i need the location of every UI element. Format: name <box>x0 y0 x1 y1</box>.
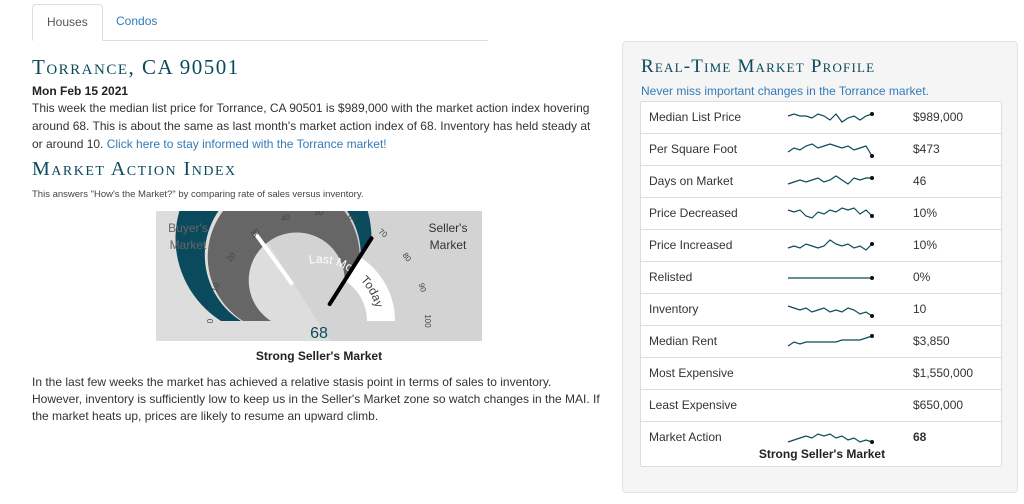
property-type-tabs: Houses Condos <box>32 4 488 41</box>
gauge-tick-label: 100 <box>423 314 432 328</box>
sparkline-line <box>787 143 873 157</box>
sparkline-chart <box>788 276 874 280</box>
profile-row-value: $3,850 <box>913 334 950 348</box>
profile-row-caption: Strong Seller's Market <box>758 447 886 461</box>
profile-row-label: Median List Price <box>649 110 742 124</box>
sparkline-endpoint <box>870 154 874 158</box>
profile-row-value: 68 <box>913 430 927 444</box>
gauge-graphic: 010203040 50 60708090100 Buyer's Market Se… <box>156 140 482 342</box>
profile-table: Median List Price $989,000 Per Square Foot… <box>640 101 1002 467</box>
sparkline-chart <box>787 175 874 185</box>
profile-row: Price Decreased 10% <box>641 198 1001 230</box>
sparkline-chart <box>787 207 874 219</box>
profile-row-label: Price Increased <box>649 238 733 252</box>
profile-row-value: $473 <box>913 142 940 156</box>
sparkline-endpoint <box>870 440 874 444</box>
profile-row-value: 0% <box>913 270 931 284</box>
tab-condos[interactable]: Condos <box>102 4 171 41</box>
profile-row-label: Per Square Foot <box>649 142 738 156</box>
profile-row-value: 10% <box>913 206 938 220</box>
sparkline-chart <box>787 334 874 347</box>
profile-row: Market Action 68 Strong Seller's Market <box>641 422 1001 466</box>
sellers-market-label-line2: Market <box>430 238 467 252</box>
sparkline-line <box>787 113 873 123</box>
profile-title: Real-Time Market Profile <box>641 56 876 77</box>
profile-subscribe-link[interactable]: Never miss important changes in the Torr… <box>641 84 929 98</box>
buyers-market-label-line1: Buyer's <box>168 221 208 235</box>
market-action-gauge: 0 10 20 30 40 50 60 70 80 90 100 Buyer's Market Se… <box>156 140 482 342</box>
sparkline-chart <box>787 143 874 158</box>
profile-row-label: Days on Market <box>649 174 734 188</box>
city-title: Torrance, CA 90501 <box>32 55 240 79</box>
profile-row: Days on Market 46 <box>641 166 1001 198</box>
sparkline-chart <box>787 112 874 123</box>
profile-row-value: 46 <box>913 174 927 188</box>
market-commentary: In the last few weeks the market has ach… <box>32 375 600 423</box>
profile-row: Price Increased 10% <box>641 230 1001 262</box>
sparkline-endpoint <box>870 112 874 116</box>
sparkline-line <box>787 335 873 347</box>
market-summary: This week the median list price for Torr… <box>32 99 602 153</box>
mai-description: This answers "How's the Market?" by comp… <box>32 189 364 200</box>
profile-row-label: Relisted <box>649 270 693 284</box>
sparkline-endpoint <box>870 214 874 218</box>
profile-row: Relisted 0% <box>641 262 1001 294</box>
profile-row-value: $989,000 <box>913 110 964 124</box>
sparkline-chart <box>787 239 874 251</box>
profile-row: Per Square Foot $473 <box>641 134 1001 166</box>
sparkline-endpoint <box>870 242 874 246</box>
sparkline-endpoint <box>870 176 874 180</box>
mai-section-title: Market Action Index <box>32 158 237 180</box>
sparkline-chart <box>787 305 874 318</box>
gauge-tick-label: 0 <box>206 318 215 323</box>
tab-houses[interactable]: Houses <box>32 4 103 41</box>
sparkline-line <box>787 305 873 317</box>
gauge-value: 68 <box>310 325 328 341</box>
profile-row-label: Market Action <box>649 430 722 444</box>
sparkline-line <box>787 239 873 251</box>
sparkline-chart <box>787 433 874 444</box>
profile-row-value: $1,550,000 <box>913 366 974 380</box>
gauge-caption: Strong Seller's Market <box>255 349 383 363</box>
buyers-market-label-line2: Market <box>170 238 207 252</box>
profile-row-label: Least Expensive <box>649 398 738 412</box>
profile-row-label: Median Rent <box>649 334 718 348</box>
stay-informed-link[interactable]: Click here to stay informed with the Tor… <box>107 137 387 151</box>
sparkline-endpoint <box>870 314 874 318</box>
profile-row: Least Expensive $650,000 <box>641 390 1001 422</box>
profile-row: Median Rent $3,850 <box>641 326 1001 358</box>
profile-row-value: $650,000 <box>913 398 964 412</box>
profile-row-value: 10% <box>913 238 938 252</box>
profile-row-label: Price Decreased <box>649 206 738 220</box>
sparkline-endpoint <box>870 276 874 280</box>
market-profile-panel: Real-Time Market Profile Never miss impo… <box>622 41 1018 493</box>
profile-row-value: 10 <box>913 302 927 316</box>
report-date: Mon Feb 15 2021 <box>32 84 129 98</box>
sparkline-line <box>787 207 873 219</box>
sparkline-line <box>787 433 873 443</box>
sparkline-line <box>787 175 872 185</box>
sellers-market-label-line1: Seller's <box>429 221 468 235</box>
gauge-tick-label: 50 <box>315 211 324 217</box>
profile-row-label: Most Expensive <box>649 366 734 380</box>
profile-row-label: Inventory <box>649 302 699 316</box>
sparkline-endpoint <box>870 334 874 338</box>
profile-row: Most Expensive $1,550,000 <box>641 358 1001 390</box>
profile-row: Inventory 10 <box>641 294 1001 326</box>
profile-row: Median List Price $989,000 <box>641 102 1001 134</box>
